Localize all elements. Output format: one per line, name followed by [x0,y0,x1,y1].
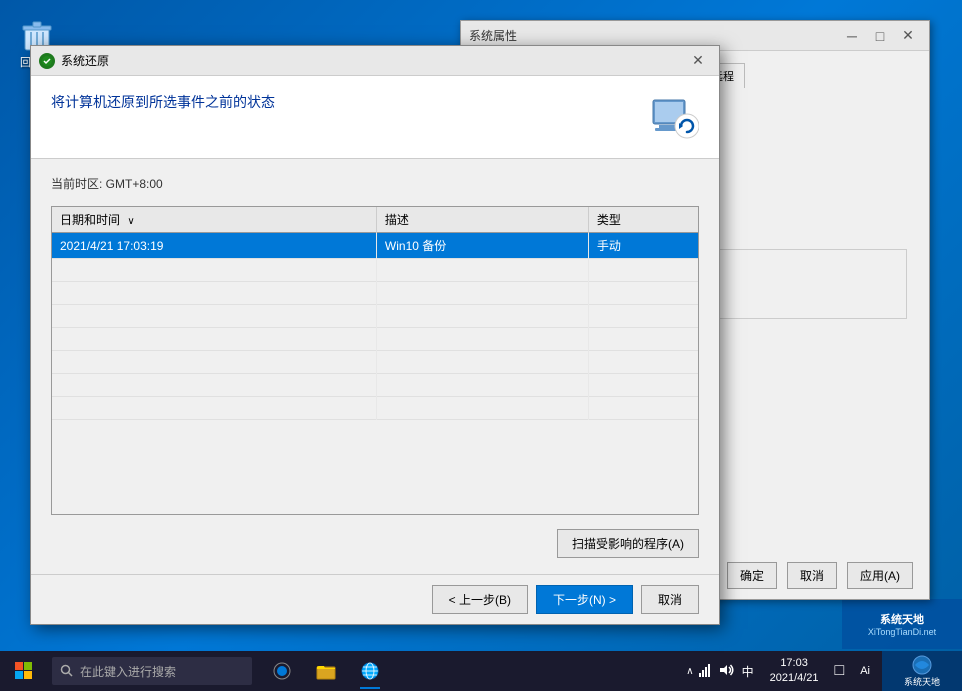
network-tray-icon[interactable] [698,663,714,680]
table-row-empty [52,259,698,282]
scan-affected-btn[interactable]: 扫描受影响的程序(A) [557,529,699,558]
volume-icon [718,663,734,677]
taskbar-center-icons [262,651,390,691]
site-logo-icon [907,655,937,675]
restore-table: 日期和时间 ∨ 描述 类型 [52,207,698,420]
sys-restore-titlebar: 系统还原 ✕ [31,46,719,76]
sys-props-maximize-btn[interactable]: □ [867,26,893,46]
xitong-tiandi-logo: 系统天地 [882,651,962,691]
table-header-row: 日期和时间 ∨ 描述 类型 [52,207,698,233]
active-indicator [360,687,380,689]
clock-date: 2021/4/21 [770,671,819,686]
sys-restore-title: 系统还原 [61,52,109,69]
taskbar-clock[interactable]: 17:03 2021/4/21 [762,656,827,687]
table-row-empty [52,374,698,397]
ai-label[interactable]: Ai [852,665,878,677]
cell-description: Win10 备份 [376,233,588,259]
file-explorer-icon [316,662,336,680]
task-view-btn[interactable] [262,651,302,691]
sys-props-window-controls: ─ □ ✕ [839,26,921,46]
system-restore-dialog: 系统还原 ✕ 将计算机还原到所选事件之前的状态 [30,45,720,625]
table-row[interactable]: 2021/4/21 17:03:19Win10 备份手动 [52,233,698,259]
taskbar-tray: ∧ 中 17:03 [686,656,882,687]
task-view-icon [273,662,291,680]
apply-btn[interactable]: 应用(A) [847,562,913,589]
cell-date: 2021/4/21 17:03:19 [52,233,376,259]
watermark-top: 系统天地 [880,611,924,627]
current-timezone: 当前时区: GMT+8:00 [51,175,699,192]
watermark-bottom: XiTongTianDi.net [868,627,936,637]
table-row-empty [52,282,698,305]
restore-header: 将计算机还原到所选事件之前的状态 [31,76,719,159]
restore-header-title: 将计算机还原到所选事件之前的状态 [51,92,633,112]
ok-btn[interactable]: 确定 [727,562,777,589]
cell-type: 手动 [588,233,698,259]
sys-props-close-btn[interactable]: ✕ [895,26,921,46]
restore-header-icon [649,92,699,142]
sys-props-minimize-btn[interactable]: ─ [839,26,865,46]
notification-btn[interactable]: □ [831,662,849,680]
scan-btn-row: 扫描受影响的程序(A) [51,529,699,558]
restore-header-text: 将计算机还原到所选事件之前的状态 [51,92,633,120]
start-button[interactable] [0,651,48,691]
site-name: 系统天地 [904,675,940,688]
clock-time: 17:03 [770,656,819,671]
network-app-btn[interactable] [350,651,390,691]
cancel-props-btn[interactable]: 取消 [787,562,837,589]
table-row-empty [52,351,698,374]
network-icon [698,663,714,677]
taskbar: 在此键入进行搜索 [0,651,962,691]
table-row-empty [52,328,698,351]
col-description[interactable]: 描述 [376,207,588,233]
restore-table-container: 日期和时间 ∨ 描述 类型 [51,206,699,515]
col-type[interactable]: 类型 [588,207,698,233]
search-placeholder: 在此键入进行搜索 [80,663,176,680]
watermark: 系统天地 XiTongTianDi.net [842,599,962,649]
file-explorer-btn[interactable] [306,651,346,691]
globe-icon [360,661,380,681]
language-indicator[interactable]: 中 [738,663,758,680]
restore-small-icon [39,53,55,69]
restore-footer: < 上一步(B) 下一步(N) > 取消 [31,574,719,624]
restore-content: 当前时区: GMT+8:00 日期和时间 ∨ 描述 [31,159,719,574]
windows-logo-icon [15,662,33,680]
table-row-empty [52,397,698,420]
sys-restore-window-controls: ✕ [685,51,711,71]
sys-restore-title-area: 系统还原 [39,52,109,69]
volume-tray-icon[interactable] [718,663,734,680]
taskbar-search-bar[interactable]: 在此键入进行搜索 [52,657,252,685]
cancel-restore-btn[interactable]: 取消 [641,585,699,614]
table-row-empty [52,305,698,328]
search-icon [60,664,74,678]
sort-icon: ∨ [127,216,134,227]
sys-restore-body: 将计算机还原到所选事件之前的状态 [31,76,719,624]
next-btn[interactable]: 下一步(N) > [536,585,633,614]
sys-props-title: 系统属性 [469,27,517,44]
desktop: 回收站 系统属性 ─ □ ✕ 计算机名 硬件 高级 系统保护 远程 系统更改。 [0,0,962,691]
back-btn[interactable]: < 上一步(B) [432,585,528,614]
sys-restore-close-btn[interactable]: ✕ [685,51,711,71]
col-datetime[interactable]: 日期和时间 ∨ [52,207,376,233]
tray-expand-btn[interactable]: ∧ [686,666,693,677]
